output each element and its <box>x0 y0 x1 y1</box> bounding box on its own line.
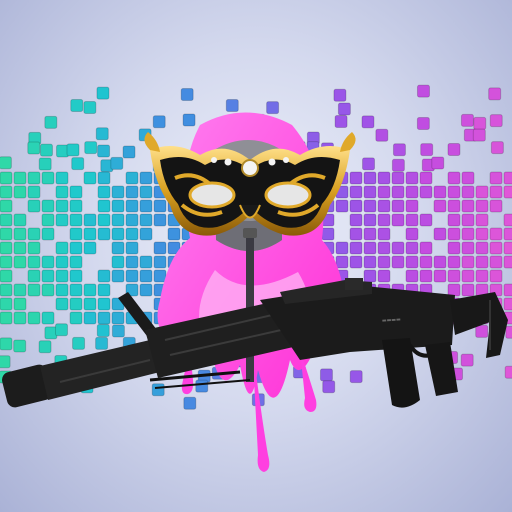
rifle-stock <box>450 292 508 358</box>
rifle-grip <box>425 342 458 396</box>
game-scene: ▬▬▬▬ <box>0 0 512 512</box>
rifle-barrel <box>40 340 160 400</box>
rifle-icon: ▬▬▬▬ <box>2 278 508 408</box>
assault-rifle: ▬▬▬▬ <box>2 278 508 408</box>
